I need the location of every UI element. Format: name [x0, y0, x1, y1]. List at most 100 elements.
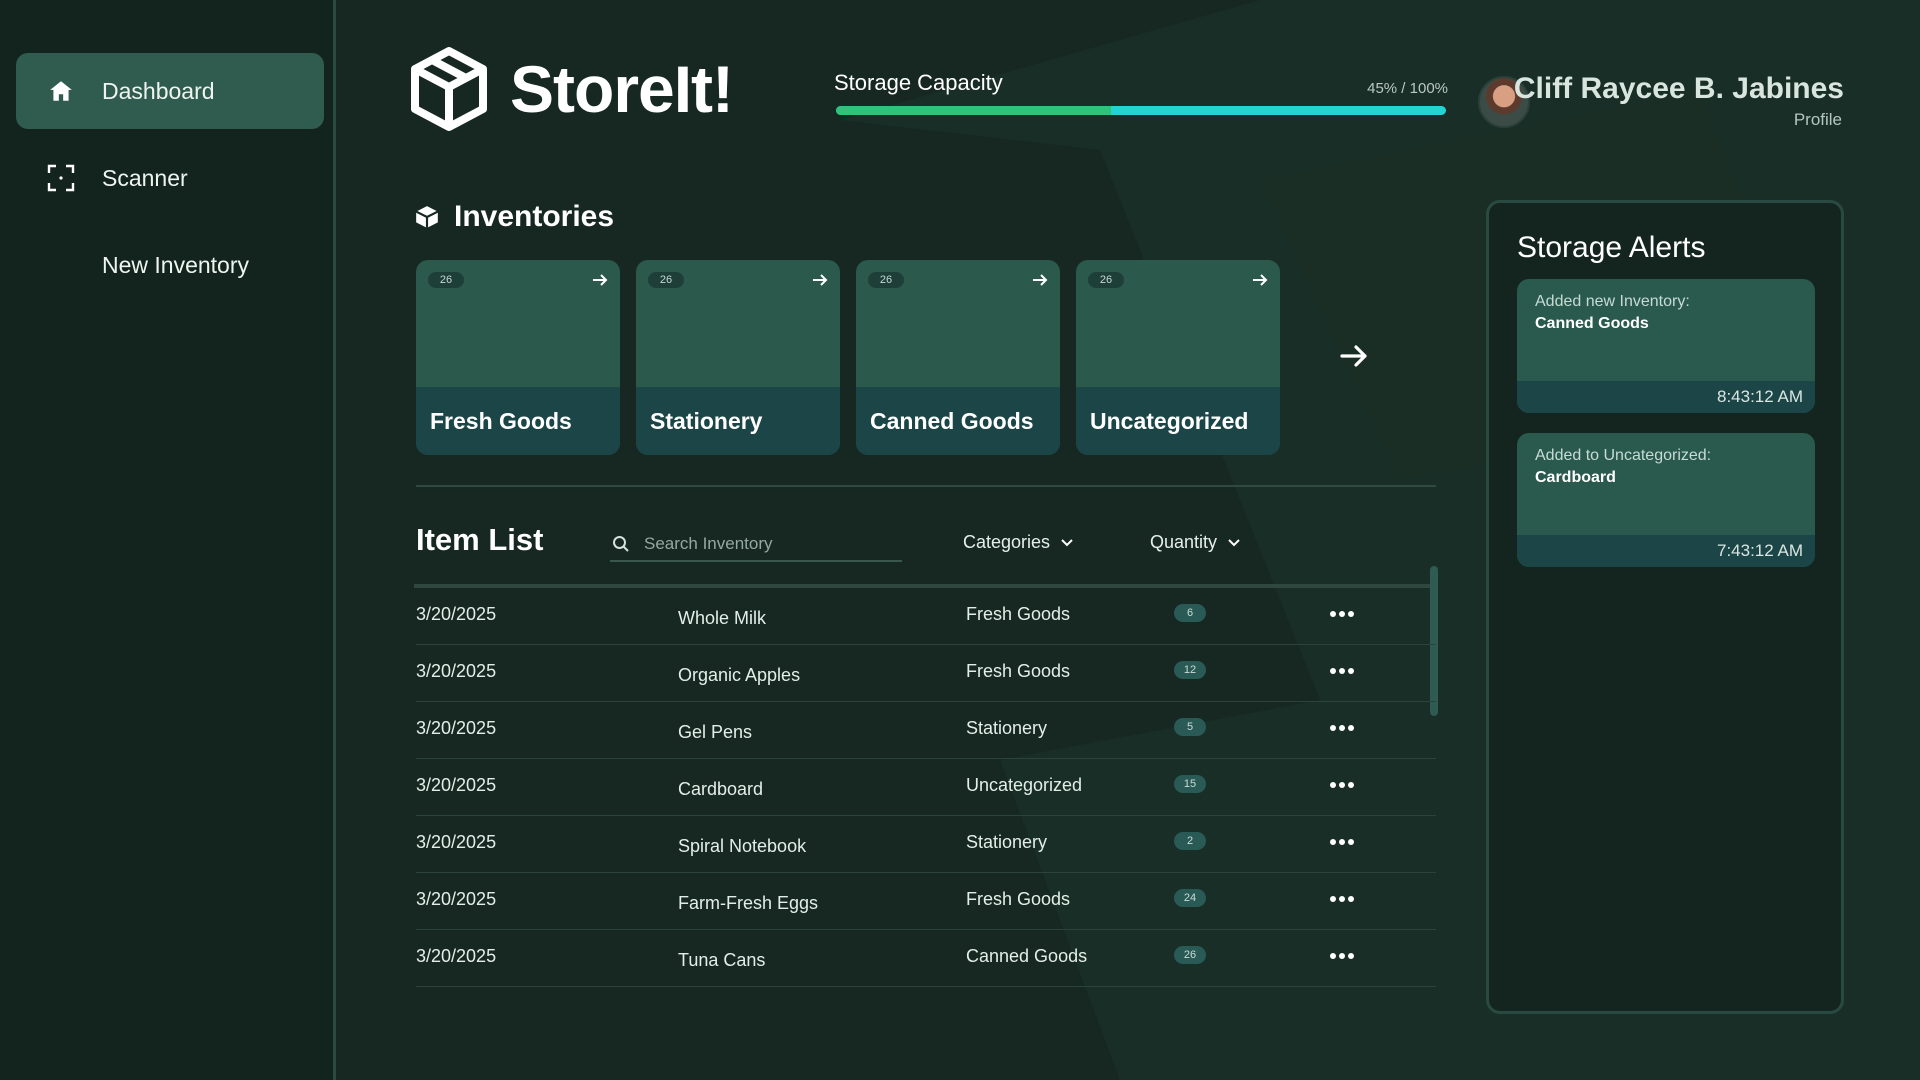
table-row[interactable]: 3/20/2025 Organic Apples Fresh Goods 12 [416, 645, 1436, 702]
row-quantity-badge: 2 [1174, 832, 1206, 850]
blank-icon [46, 250, 76, 280]
row-quantity-badge: 15 [1174, 775, 1206, 793]
row-date: 3/20/2025 [416, 775, 497, 795]
capacity-value: 45% / 100% [1367, 80, 1448, 97]
arrow-right-icon[interactable] [1250, 270, 1270, 290]
table-row[interactable]: 3/20/2025 Tuna Cans Canned Goods 26 [416, 930, 1436, 987]
row-category: Stationery [966, 832, 1048, 852]
item-count-badge: 26 [428, 272, 464, 288]
arrow-right-icon[interactable] [810, 270, 830, 290]
more-options-icon[interactable] [1328, 773, 1356, 797]
sidebar-item-label: New Inventory [102, 251, 250, 278]
home-icon [46, 76, 76, 106]
row-date: 3/20/2025 [416, 946, 497, 966]
row-date: 3/20/2025 [416, 718, 497, 738]
card-title: Canned Goods [870, 407, 1034, 434]
row-quantity-badge: 26 [1174, 946, 1206, 964]
table-row[interactable]: 3/20/2025 Whole Milk Fresh Goods 6 [416, 588, 1436, 645]
more-options-icon[interactable] [1328, 830, 1356, 854]
row-item-name: Tuna Cans [678, 950, 766, 970]
capacity-title: Storage Capacity [834, 70, 1003, 95]
sidebar-item-label: Dashboard [102, 77, 215, 104]
storage-alerts-panel: Storage Alerts Added new Inventory: Cann… [1486, 200, 1844, 1014]
inventory-card-canned-goods[interactable]: 26 Canned Goods [856, 260, 1060, 455]
row-category: Fresh Goods [966, 889, 1071, 909]
user-profile[interactable]: Cliff Raycee B. Jabines Profile [1478, 70, 1844, 130]
capacity-progress-bar [836, 106, 1446, 115]
scan-icon [46, 163, 76, 193]
row-date: 3/20/2025 [416, 661, 497, 681]
inventories-title: Inventories [454, 200, 615, 233]
storage-capacity: Storage Capacity 45% / 100% [834, 70, 1448, 115]
row-category: Stationery [966, 718, 1048, 738]
alert-footer: 7:43:12 AM [1517, 535, 1815, 567]
inventory-card-uncategorized[interactable]: 26 Uncategorized [1076, 260, 1280, 455]
alert-time: 8:43:12 AM [1716, 387, 1803, 406]
box-logo-icon [411, 47, 487, 131]
sidebar-item-label: Scanner [102, 164, 188, 191]
search-icon [613, 536, 629, 552]
row-quantity-badge: 5 [1174, 718, 1206, 736]
capacity-progress-fill [836, 106, 1111, 115]
box-icon [415, 206, 439, 228]
search-bar [610, 528, 902, 562]
item-count-badge: 26 [1088, 272, 1124, 288]
app-name: StoreIt! [510, 52, 734, 126]
row-category: Fresh Goods [966, 604, 1071, 624]
item-count-badge: 26 [868, 272, 904, 288]
row-item-name: Cardboard [678, 779, 764, 799]
profile-link[interactable]: Profile [1794, 110, 1842, 130]
more-options-icon[interactable] [1328, 944, 1356, 968]
alert-card[interactable]: Added to Uncategorized: Cardboard 7:43:1… [1517, 433, 1815, 567]
search-input[interactable] [642, 533, 886, 555]
card-title: Stationery [650, 407, 763, 434]
alert-footer: 8:43:12 AM [1517, 381, 1815, 413]
arrow-right-icon[interactable] [590, 270, 610, 290]
row-item-name: Farm-Fresh Eggs [678, 893, 819, 913]
more-options-icon[interactable] [1328, 602, 1356, 626]
inventory-card-stationery[interactable]: 26 Stationery [636, 260, 840, 455]
row-date: 3/20/2025 [416, 604, 497, 624]
categories-filter-dropdown[interactable]: Categories [963, 532, 1076, 553]
alert-card[interactable]: Added new Inventory: Canned Goods 8:43:1… [1517, 279, 1815, 413]
next-cards-arrow-icon[interactable] [1338, 340, 1370, 372]
row-item-name: Spiral Notebook [678, 836, 807, 856]
alert-time: 7:43:12 AM [1716, 541, 1803, 560]
card-footer: Fresh Goods [416, 387, 620, 455]
row-quantity-badge: 6 [1174, 604, 1206, 622]
item-count-badge: 26 [648, 272, 684, 288]
chevron-down-icon [1061, 538, 1073, 546]
more-options-icon[interactable] [1328, 659, 1356, 683]
more-options-icon[interactable] [1328, 887, 1356, 911]
alert-message: Added new Inventory: [1535, 293, 1690, 310]
inventory-card-fresh-goods[interactable]: 26 Fresh Goods [416, 260, 620, 455]
profile-name: Cliff Raycee B. Jabines [1513, 72, 1844, 105]
row-quantity-badge: 24 [1174, 889, 1206, 907]
alert-item: Canned Goods [1535, 315, 1649, 332]
alert-message: Added to Uncategorized: [1535, 447, 1712, 464]
table-row[interactable]: 3/20/2025 Farm-Fresh Eggs Fresh Goods 24 [416, 873, 1436, 930]
row-category: Canned Goods [966, 946, 1088, 966]
chevron-down-icon [1228, 538, 1240, 546]
quantity-filter-label: Quantity [1150, 532, 1218, 552]
row-category: Uncategorized [966, 775, 1083, 795]
row-date: 3/20/2025 [416, 889, 497, 909]
more-options-icon[interactable] [1328, 716, 1356, 740]
arrow-right-icon[interactable] [1030, 270, 1050, 290]
item-list-table: 3/20/2025 Whole Milk Fresh Goods 6 3/20/… [416, 588, 1436, 987]
section-divider [416, 485, 1436, 487]
quantity-filter-dropdown[interactable]: Quantity [1150, 532, 1243, 553]
table-row[interactable]: 3/20/2025 Spiral Notebook Stationery 2 [416, 816, 1436, 873]
row-date: 3/20/2025 [416, 832, 497, 852]
sidebar-item-dashboard[interactable]: Dashboard [16, 53, 324, 129]
card-footer: Uncategorized [1076, 387, 1280, 455]
row-category: Fresh Goods [966, 661, 1071, 681]
table-row[interactable]: 3/20/2025 Gel Pens Stationery 5 [416, 702, 1436, 759]
sidebar-item-scanner[interactable]: Scanner [16, 140, 324, 216]
inventories-header: Inventories [414, 200, 614, 234]
sidebar: Dashboard Scanner New Inventory [0, 0, 336, 1080]
table-row[interactable]: 3/20/2025 Cardboard Uncategorized 15 [416, 759, 1436, 816]
row-item-name: Organic Apples [678, 665, 801, 685]
sidebar-item-new-inventory[interactable]: New Inventory [16, 227, 324, 303]
categories-filter-label: Categories [963, 532, 1051, 552]
